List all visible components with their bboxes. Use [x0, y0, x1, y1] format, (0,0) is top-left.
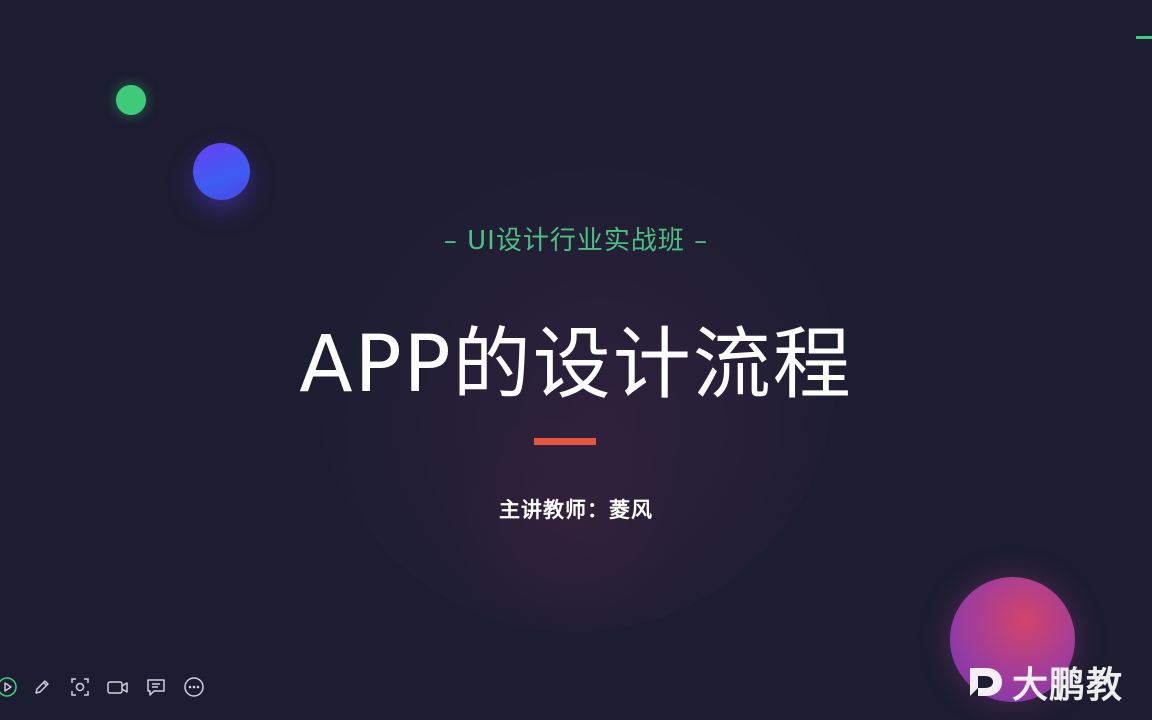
more-options-button[interactable] — [181, 674, 207, 700]
play-icon — [0, 676, 18, 698]
screenshot-icon — [69, 676, 91, 698]
pen-icon — [31, 676, 53, 698]
pen-button[interactable] — [29, 674, 55, 700]
presenter-line: 主讲教师：菱风 — [499, 498, 653, 522]
slide-title: APP的设计流程 — [299, 320, 853, 410]
video-camera-icon — [106, 676, 130, 698]
comment-icon — [145, 676, 167, 698]
brand-watermark: 大鹏教 — [966, 660, 1123, 706]
more-icon — [183, 676, 205, 698]
slide-subtitle: – UI设计行业实战班 – — [443, 226, 709, 256]
brand-name: 大鹏教 — [1012, 665, 1124, 706]
decorative-purple-circle — [193, 143, 250, 200]
title-accent-bar — [534, 438, 596, 445]
screenshot-button[interactable] — [67, 674, 93, 700]
slide-canvas: – UI设计行业实战班 – APP的设计流程 主讲教师：菱风 大鹏教 — [0, 0, 1152, 720]
decorative-corner-dash — [1136, 36, 1152, 39]
brand-logo-icon — [970, 668, 1002, 696]
decorative-green-circle — [116, 85, 146, 115]
comment-button[interactable] — [143, 674, 169, 700]
play-button[interactable] — [0, 674, 20, 700]
record-video-button[interactable] — [105, 674, 131, 700]
